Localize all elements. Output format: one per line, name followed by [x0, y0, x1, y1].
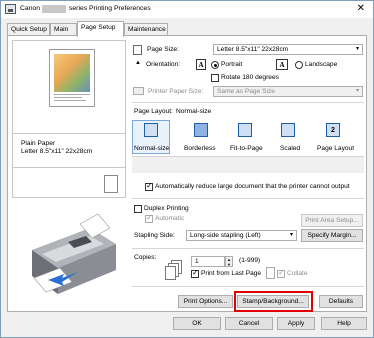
printer-paper-icon: [133, 87, 144, 95]
portrait-glyph-icon: A: [196, 59, 206, 70]
paper-size-text: Letter 8.5"x11" 22x28cm: [21, 148, 93, 155]
scaled-icon[interactable]: [281, 123, 295, 137]
collate-label: Collate: [287, 270, 308, 277]
copies-range: (1-999): [239, 257, 261, 264]
divider: [132, 102, 364, 103]
cancel-button[interactable]: Cancel: [225, 317, 273, 330]
printer-paper-size-select[interactable]: Same as Page Size ▾: [213, 86, 363, 97]
chevron-down-icon: ▾: [289, 232, 293, 238]
printer-illustration: [12, 198, 126, 310]
print-from-last-page-label: Print from Last Page: [201, 270, 262, 277]
normal-size-label: Normal-size: [134, 145, 170, 152]
page-setup-panel: Plain Paper Letter 8.5"x11" 22x28cm Page…: [7, 35, 367, 312]
rotate-180-label: Rotate 180 degrees: [221, 74, 279, 81]
help-button[interactable]: Help: [321, 317, 367, 330]
page-size-icon: [133, 45, 142, 55]
page-size-label: Page Size:: [147, 46, 179, 53]
window-title-suffix: series Printing Preferences: [69, 5, 151, 12]
chevron-down-icon: ▾: [355, 46, 359, 52]
copies-spinner[interactable]: ▲ ▼: [225, 256, 233, 267]
printer-app-icon: [5, 4, 16, 14]
fit-to-page-label: Fit-to-Page: [230, 145, 263, 152]
page-preview-area: [12, 40, 126, 134]
paper-type-text: Plain Paper: [21, 140, 56, 147]
apply-button[interactable]: Apply: [277, 317, 315, 330]
landscape-radio[interactable]: [295, 61, 303, 69]
print-from-last-page-checkbox[interactable]: [191, 268, 199, 278]
copies-stack-icon: [163, 260, 187, 282]
printer-paper-size-label: Printer Paper Size:: [148, 88, 204, 95]
borderless-icon[interactable]: [194, 123, 208, 137]
landscape-label: Landscape: [305, 61, 338, 68]
landscape-glyph-icon: A: [276, 59, 288, 70]
print-area-setup-button[interactable]: Print Area Setup...: [301, 214, 363, 227]
small-page-thumbnail: [104, 175, 118, 193]
page-layout-current: Normal-size: [176, 108, 212, 115]
stapling-side-select[interactable]: Long-side stapling (Left) ▾: [186, 230, 297, 241]
page-size-select[interactable]: Letter 8.5"x11" 22x28cm ▾: [213, 44, 363, 55]
orientation-label: Orientation:: [146, 61, 181, 68]
collate-icon: [266, 267, 275, 279]
duplex-printing-checkbox[interactable]: [134, 205, 142, 213]
title-bar: Canon series Printing Preferences ✕: [1, 1, 373, 18]
specify-margin-button[interactable]: Specify Margin...: [301, 229, 363, 242]
normal-size-icon: [144, 123, 158, 137]
close-icon[interactable]: ✕: [357, 3, 365, 14]
stapling-side-label: Stapling Side:: [134, 232, 175, 239]
auto-reduce-checkbox[interactable]: [145, 181, 153, 191]
orientation-marker-icon: ▲: [135, 60, 141, 66]
page-preview-image: [49, 49, 95, 107]
divider: [132, 286, 364, 287]
paper-info-box: Plain Paper Letter 8.5"x11" 22x28cm: [12, 134, 126, 168]
layout-scroll-strip: [132, 157, 364, 173]
rotate-180-checkbox[interactable]: [211, 74, 219, 82]
print-options-button[interactable]: Print Options...: [178, 295, 233, 308]
redacted-model-name: [42, 5, 66, 13]
scaled-label: Scaled: [280, 145, 301, 152]
page-layout-label: Page Layout:: [134, 108, 173, 115]
defaults-button[interactable]: Defaults: [319, 295, 363, 308]
divider: [132, 198, 364, 199]
ok-button[interactable]: OK: [173, 317, 221, 330]
tab-page-setup[interactable]: Page Setup: [77, 21, 124, 37]
portrait-radio[interactable]: [211, 61, 219, 69]
copies-input[interactable]: 1: [191, 256, 225, 267]
duplex-printing-label: Duplex Printing: [144, 205, 189, 212]
automatic-checkbox[interactable]: [145, 213, 153, 223]
highlight-frame: [234, 291, 313, 312]
auto-reduce-label: Automatically reduce large document that…: [155, 183, 350, 190]
automatic-label: Automatic: [155, 215, 185, 222]
window-title-prefix: Canon: [20, 5, 41, 12]
portrait-label: Portrait: [221, 61, 243, 68]
page-layout-icon[interactable]: 2: [326, 123, 340, 137]
fit-to-page-icon[interactable]: [238, 123, 252, 137]
divider: [132, 248, 364, 249]
printing-preferences-window: Canon series Printing Preferences ✕ Quic…: [0, 0, 374, 338]
borderless-label: Borderless: [184, 145, 216, 152]
copies-label: Copies:: [134, 254, 157, 261]
collate-checkbox[interactable]: [277, 268, 285, 278]
page-layout-option-label: Page Layout: [317, 145, 355, 152]
small-preview-box: [12, 168, 126, 198]
